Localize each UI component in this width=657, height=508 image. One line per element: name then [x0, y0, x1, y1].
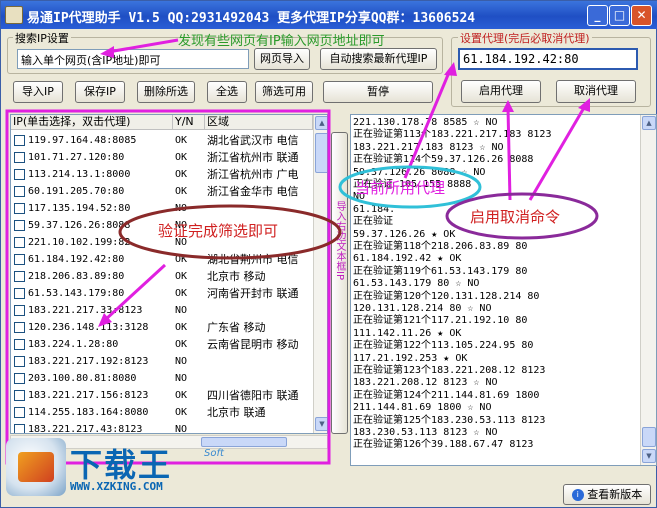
watermark-logo [6, 438, 66, 496]
watermark-url: WWW.XZKING.COM [70, 480, 163, 493]
cancel-arrow-head [578, 98, 590, 112]
hint-arrow-url-head [100, 46, 114, 58]
current-proxy-hint-text: 当前所用代理 [355, 179, 446, 197]
command-hint-text: 启用取消命令 [470, 208, 561, 226]
annotation-overlay [5, 38, 599, 465]
current-proxy-arrow [403, 69, 452, 179]
current-proxy-arrow-head [444, 62, 457, 76]
watermark-logo-mark [18, 452, 54, 482]
watermark-soft: Soft [204, 448, 224, 459]
filter-hint-text: 验证完成筛选即可 [158, 222, 279, 240]
hint-url-text: 发现有些网页有IP输入网页地址即可 [178, 34, 385, 49]
filter-arrow [103, 263, 167, 322]
hint-arrow-url [107, 38, 179, 54]
table-highlight-box [5, 109, 331, 465]
cancel-arrow [528, 105, 587, 201]
enable-arrow [506, 107, 512, 201]
enable-arrow-head [502, 100, 514, 112]
